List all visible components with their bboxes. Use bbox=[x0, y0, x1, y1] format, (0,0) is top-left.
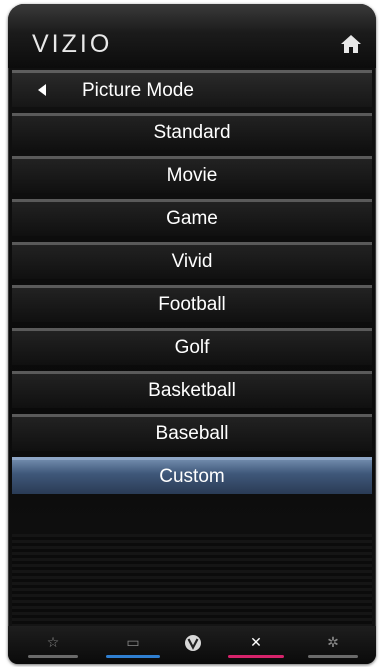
home-icon[interactable] bbox=[340, 34, 362, 54]
settings-icon: ✲ bbox=[327, 634, 339, 650]
menu-item-vivid[interactable]: Vivid bbox=[12, 242, 372, 279]
back-arrow-icon[interactable] bbox=[38, 84, 46, 96]
menu-item-basketball[interactable]: Basketball bbox=[12, 371, 372, 408]
favorites-button[interactable]: ☆ bbox=[22, 626, 84, 664]
menu-item-custom[interactable]: Custom bbox=[12, 457, 372, 494]
header-bar: VIZIO bbox=[8, 4, 376, 68]
vizio-menu-button[interactable] bbox=[176, 626, 210, 664]
menu-item-game[interactable]: Game bbox=[12, 199, 372, 236]
bottom-button-bar: ☆ ▭ ✕ ✲ bbox=[8, 626, 376, 664]
vizio-v-icon bbox=[185, 635, 201, 651]
star-icon: ☆ bbox=[46, 634, 60, 650]
exit-underline bbox=[228, 655, 284, 658]
input-icon: ▭ bbox=[126, 634, 140, 650]
menu-item-golf[interactable]: Golf bbox=[12, 328, 372, 365]
picture-mode-menu: Picture Mode Standard Movie Game Vivid F… bbox=[12, 70, 372, 500]
exit-button[interactable]: ✕ bbox=[222, 626, 290, 664]
input-button[interactable]: ▭ bbox=[100, 626, 166, 664]
close-icon: ✕ bbox=[250, 634, 262, 650]
menu-title: Picture Mode bbox=[82, 80, 194, 101]
settings-button[interactable]: ✲ bbox=[302, 626, 364, 664]
empty-menu-area bbox=[12, 534, 372, 626]
menu-item-football[interactable]: Football bbox=[12, 285, 372, 322]
settings-underline bbox=[308, 655, 358, 658]
menu-item-standard[interactable]: Standard bbox=[12, 113, 372, 150]
tv-menu-panel: VIZIO Picture Mode Standard Movie Game V… bbox=[8, 4, 376, 664]
input-underline bbox=[106, 655, 160, 658]
favorites-underline bbox=[28, 655, 78, 658]
menu-item-baseball[interactable]: Baseball bbox=[12, 414, 372, 451]
vizio-logo: VIZIO bbox=[32, 30, 113, 58]
menu-item-movie[interactable]: Movie bbox=[12, 156, 372, 193]
menu-title-row[interactable]: Picture Mode bbox=[12, 70, 372, 107]
